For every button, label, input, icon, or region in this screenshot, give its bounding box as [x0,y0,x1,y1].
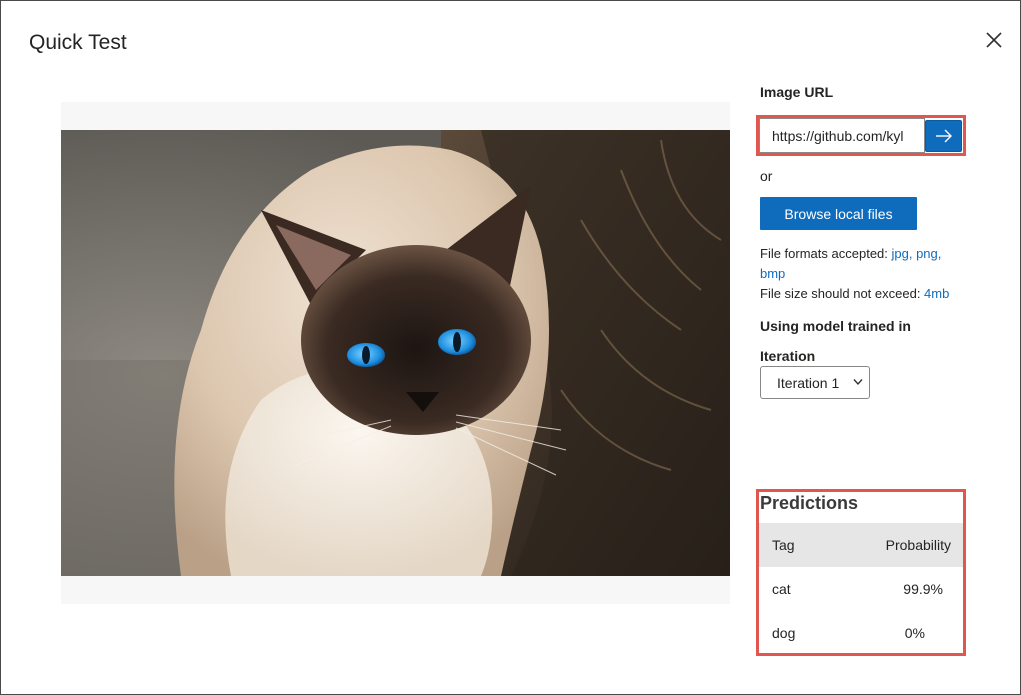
file-formats-prefix: File formats accepted: [760,246,892,261]
table-row: cat 99.9% [759,567,963,611]
predictions-table: Tag Probability cat 99.9% dog 0% [759,523,963,655]
iteration-label: Iteration [760,348,816,364]
chevron-down-icon [853,379,863,386]
or-separator: or [760,168,773,184]
browse-local-files-button[interactable]: Browse local files [760,197,917,230]
cat-photo [61,130,730,576]
column-header-tag: Tag [772,537,795,553]
prediction-probability: 0% [904,625,925,641]
file-formats-info: File formats accepted: jpg, png, [760,246,941,261]
table-row: dog 0% [759,611,963,655]
arrow-right-icon [935,129,952,143]
image-url-label: Image URL [760,84,834,100]
image-url-submit-button[interactable] [925,120,962,152]
image-url-input[interactable] [759,118,925,153]
file-size-info: File size should not exceed: 4mb [760,286,949,301]
iteration-selected-value: Iteration 1 [777,374,840,391]
preview-image [61,130,730,576]
image-preview [61,102,730,604]
file-size-prefix: File size should not exceed: [760,286,925,301]
dialog-title: Quick Test [29,31,127,54]
model-heading: Using model trained in [760,318,911,334]
close-button[interactable] [981,27,1007,53]
column-header-probability: Probability [885,537,951,553]
file-size-limit: 4mb [924,286,950,301]
predictions-title: Predictions [760,493,859,513]
prediction-probability: 99.9% [903,581,943,597]
file-formats-list: jpg, png, [891,246,942,261]
predictions-header-row: Tag Probability [759,523,963,567]
file-formats-info-cont: bmp [760,266,785,281]
prediction-tag: cat [772,581,791,597]
close-icon [986,32,1002,48]
file-formats-list-cont: bmp [760,266,786,281]
iteration-select[interactable]: Iteration 1 [760,366,870,399]
quick-test-dialog: Quick Test Image URL https://github.com/… [0,0,1021,695]
prediction-tag: dog [772,625,796,641]
